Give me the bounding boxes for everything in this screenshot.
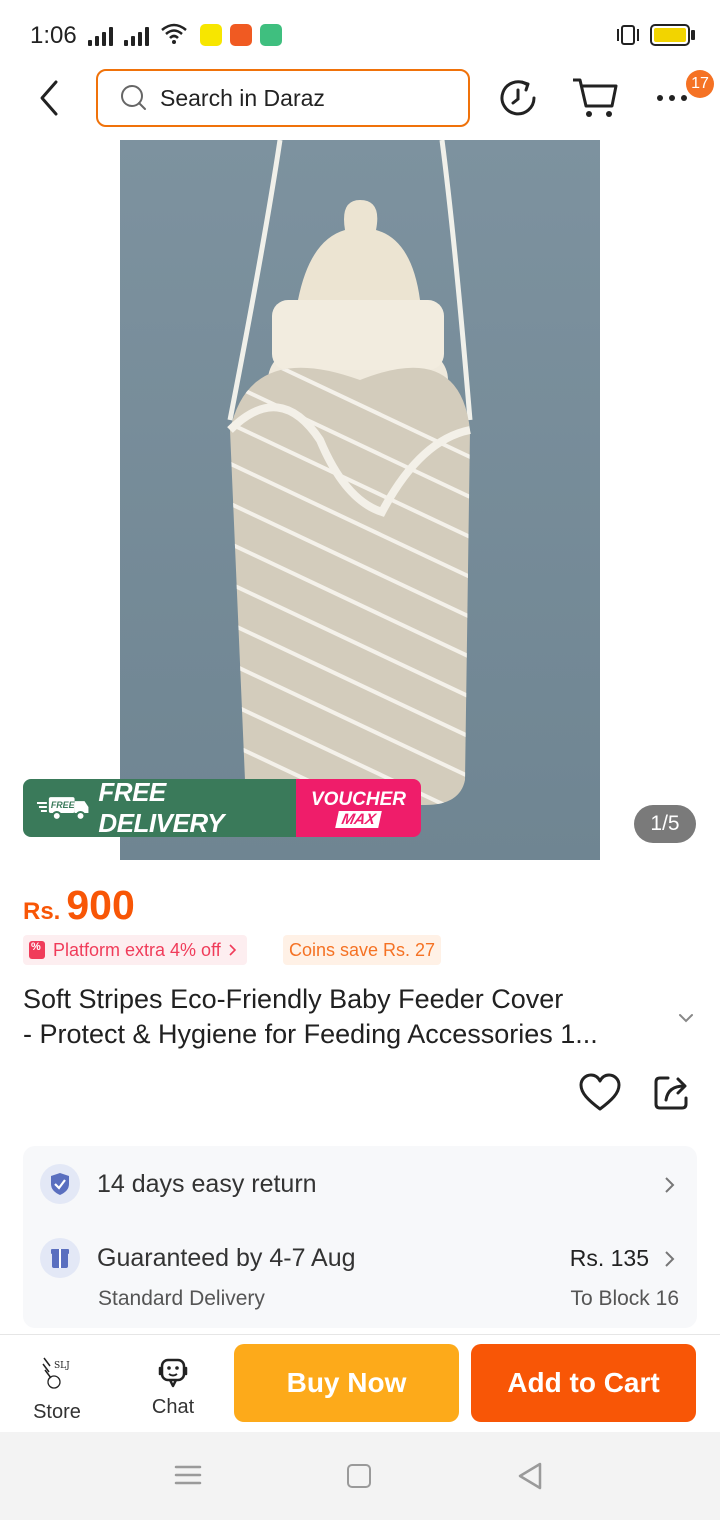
chevron-right-icon[interactable] — [663, 1250, 677, 1268]
status-bar: 1:06 — [0, 0, 720, 72]
easy-return-text[interactable]: 14 days easy return — [97, 1170, 317, 1199]
delivery-guarantee-text[interactable]: Guaranteed by 4-7 Aug — [97, 1244, 356, 1273]
coins-save-text: Coins save Rs. 27 — [289, 939, 436, 960]
image-pager: 1/5 — [634, 805, 696, 843]
top-bar: Search in Daraz 17 — [0, 66, 720, 130]
nav-back-icon[interactable] — [516, 1461, 544, 1491]
free-delivery-label: FREE DELIVERY — [98, 779, 224, 837]
share-icon[interactable] — [652, 1072, 692, 1112]
store-label: Store — [33, 1401, 81, 1423]
platform-discount-text: Platform extra 4% off — [53, 939, 221, 960]
wishlist-heart-icon[interactable] — [578, 1071, 622, 1115]
signal-icon-2 — [124, 26, 149, 46]
voucher-max-label: MAX — [335, 810, 382, 828]
buy-now-button[interactable]: Buy Now — [234, 1344, 459, 1422]
vibrate-icon — [617, 25, 639, 45]
price-value: 900 — [66, 882, 135, 928]
chevron-down-icon[interactable] — [676, 1008, 696, 1028]
snapchat-icon — [200, 24, 222, 46]
store-logo-icon: SLJ — [42, 1357, 70, 1389]
delivery-location[interactable]: To Block 16 — [570, 1287, 679, 1311]
price-currency: Rs. — [23, 898, 61, 925]
back-arrow-icon[interactable] — [30, 76, 70, 120]
home-icon[interactable] — [347, 1464, 371, 1488]
product-image[interactable] — [120, 140, 600, 860]
store-button[interactable]: SLJ Store — [22, 1356, 92, 1426]
delivery-package-icon — [40, 1238, 80, 1278]
price: Rs. 900 — [23, 882, 135, 929]
delivery-fee: Rs. 135 — [569, 1245, 649, 1271]
return-shield-icon — [40, 1164, 80, 1204]
discount-icon — [29, 941, 45, 959]
search-icon — [121, 85, 146, 110]
service-card: 14 days easy return Guaranteed by 4-7 Au… — [23, 1146, 697, 1328]
battery-icon — [650, 24, 690, 46]
chat-label: Chat — [151, 1396, 195, 1418]
chevron-right-icon[interactable] — [663, 1176, 677, 1194]
cart-icon[interactable] — [570, 74, 620, 120]
voucher-label: VOUCHER — [310, 788, 406, 810]
chat-icon — [158, 1358, 188, 1388]
coins-save-tag: Coins save Rs. 27 — [283, 935, 442, 965]
add-to-cart-button[interactable]: Add to Cart — [471, 1344, 696, 1422]
search-placeholder: Search in Daraz — [160, 84, 325, 111]
baby-feeder-cover-photo — [120, 140, 600, 860]
recent-apps-icon[interactable] — [174, 1464, 202, 1486]
chevron-right-icon — [229, 944, 236, 956]
platform-discount-tag[interactable]: Platform extra 4% off — [23, 935, 247, 965]
product-title-line-2: - Protect & Hygiene for Feeding Accessor… — [23, 1019, 598, 1049]
history-icon[interactable] — [496, 76, 540, 120]
free-delivery-banner: FREE FREE DELIVERY VOUCHER MAX — [23, 779, 421, 837]
product-title[interactable]: Soft Stripes Eco-Friendly Baby Feeder Co… — [23, 982, 673, 1052]
chat-button[interactable]: Chat — [138, 1356, 208, 1426]
notification-badge: 17 — [686, 70, 714, 98]
store-logo-text: SLJ — [54, 1361, 70, 1371]
status-time: 1:06 — [30, 22, 77, 49]
search-input[interactable]: Search in Daraz — [96, 69, 470, 127]
divider — [0, 1334, 720, 1335]
wifi-icon — [161, 23, 187, 44]
system-nav-bar — [0, 1432, 720, 1520]
app-notification-icon-2 — [260, 24, 282, 46]
product-title-line-1: Soft Stripes Eco-Friendly Baby Feeder Co… — [23, 984, 564, 1014]
signal-icon — [88, 26, 113, 46]
app-notification-icon — [230, 24, 252, 46]
delivery-type-text: Standard Delivery — [98, 1287, 265, 1310]
delivery-truck-icon: FREE — [36, 797, 89, 821]
free-tag: FREE — [51, 800, 76, 810]
